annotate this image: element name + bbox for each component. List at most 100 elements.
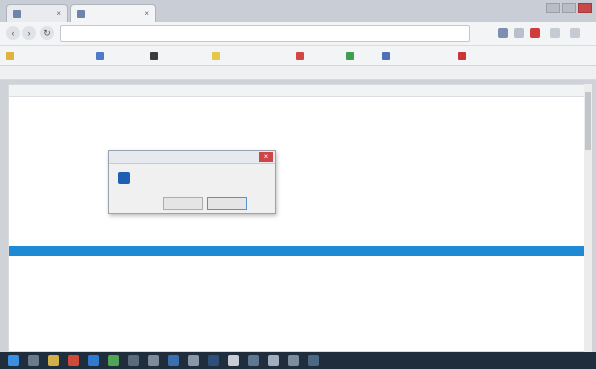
column-header-name[interactable] — [15, 87, 195, 93]
cell-date — [329, 206, 389, 212]
app-icon[interactable] — [288, 355, 299, 366]
table-row[interactable] — [9, 120, 591, 130]
cell-size — [235, 322, 275, 328]
bookmark-item[interactable] — [150, 51, 208, 61]
table-row[interactable] — [9, 110, 591, 120]
forward-button[interactable]: › — [22, 26, 36, 40]
bookmark-icon — [382, 52, 390, 60]
table-row[interactable] — [9, 225, 591, 235]
table-row[interactable] — [9, 288, 591, 298]
table-row[interactable] — [9, 152, 591, 162]
app-icon[interactable] — [148, 355, 159, 366]
extension-icon[interactable] — [514, 28, 524, 38]
start-icon[interactable] — [8, 355, 19, 366]
bookmark-item[interactable] — [6, 51, 70, 61]
table-row[interactable] — [9, 267, 591, 277]
back-button[interactable]: ‹ — [6, 26, 20, 40]
table-row[interactable] — [9, 215, 591, 225]
settings-icon[interactable] — [570, 28, 580, 38]
table-row[interactable] — [9, 141, 591, 151]
cell-type — [285, 196, 325, 202]
bookmark-icon — [150, 52, 158, 60]
cell-name — [15, 238, 195, 244]
tab-1[interactable]: × — [6, 4, 68, 22]
table-row[interactable] — [9, 99, 591, 109]
bookmark-item[interactable] — [296, 51, 342, 61]
tab-2[interactable]: × — [70, 4, 156, 22]
cell-date — [329, 175, 389, 181]
close-window-button[interactable] — [578, 3, 592, 13]
app-icon[interactable] — [88, 355, 99, 366]
app-icon[interactable] — [208, 355, 219, 366]
extension-icon[interactable] — [498, 28, 508, 38]
table-row[interactable] — [9, 299, 591, 309]
table-row[interactable] — [9, 194, 591, 204]
app-icon[interactable] — [268, 355, 279, 366]
cell-type — [285, 143, 325, 149]
app-icon[interactable] — [188, 355, 199, 366]
table-row[interactable] — [9, 246, 591, 256]
tab-favicon-icon — [13, 9, 21, 18]
table-row[interactable] — [9, 173, 591, 183]
cell-name — [15, 133, 195, 139]
app-icon[interactable] — [168, 355, 179, 366]
cell-name — [15, 290, 195, 296]
table-row[interactable] — [9, 162, 591, 172]
cell-size — [235, 332, 275, 338]
table-row[interactable] — [9, 330, 591, 340]
cell-date — [329, 280, 389, 286]
cell-size — [235, 227, 275, 233]
app-icon[interactable] — [108, 355, 119, 366]
table-row[interactable] — [9, 131, 591, 141]
cell-size — [235, 143, 275, 149]
cell-date — [329, 154, 389, 160]
cell-date — [329, 133, 389, 139]
confirm-dialog: × — [108, 150, 276, 214]
dialog-cancel-button[interactable] — [207, 197, 247, 210]
vertical-scrollbar[interactable] — [584, 84, 592, 352]
bookmark-item[interactable] — [346, 51, 378, 61]
cell-name — [15, 122, 195, 128]
tab-close-icon[interactable]: × — [56, 9, 61, 18]
folder-icon[interactable] — [48, 355, 59, 366]
bookmark-item[interactable] — [382, 51, 454, 61]
table-row[interactable] — [9, 257, 591, 267]
bookmark-item[interactable] — [458, 51, 522, 61]
app-icon[interactable] — [228, 355, 239, 366]
table-row[interactable] — [9, 183, 591, 193]
table-row[interactable] — [9, 341, 591, 351]
app-icon[interactable] — [308, 355, 319, 366]
cell-date — [329, 143, 389, 149]
app-icon[interactable] — [128, 355, 139, 366]
dialog-close-button[interactable]: × — [259, 152, 273, 162]
table-row[interactable] — [9, 204, 591, 214]
scrollbar-thumb[interactable] — [585, 92, 591, 150]
bookmark-item[interactable] — [212, 51, 292, 61]
table-row[interactable] — [9, 309, 591, 319]
taskbar-clock — [554, 356, 588, 365]
url-input[interactable] — [60, 25, 470, 42]
table-row[interactable] — [9, 278, 591, 288]
cell-type — [285, 322, 325, 328]
table-row[interactable] — [9, 320, 591, 330]
table-row[interactable] — [9, 236, 591, 246]
menu-icon[interactable] — [550, 28, 560, 38]
dialog-ok-button[interactable] — [163, 197, 203, 210]
reload-button[interactable]: ↻ — [40, 26, 54, 40]
column-header-size[interactable] — [235, 87, 275, 93]
search-icon[interactable] — [28, 355, 39, 366]
app-icon[interactable] — [68, 355, 79, 366]
tab-close-icon[interactable]: × — [144, 9, 149, 18]
column-header-type[interactable] — [285, 87, 325, 93]
cell-type — [285, 301, 325, 307]
cell-size — [235, 248, 275, 254]
minimize-button[interactable] — [546, 3, 560, 13]
cell-date — [329, 227, 389, 233]
cell-name — [15, 101, 195, 107]
cell-name — [15, 259, 195, 265]
column-header-date[interactable] — [329, 87, 389, 93]
app-icon[interactable] — [248, 355, 259, 366]
bookmark-item[interactable] — [96, 51, 146, 61]
maximize-button[interactable] — [562, 3, 576, 13]
extension-icon[interactable] — [530, 28, 540, 38]
